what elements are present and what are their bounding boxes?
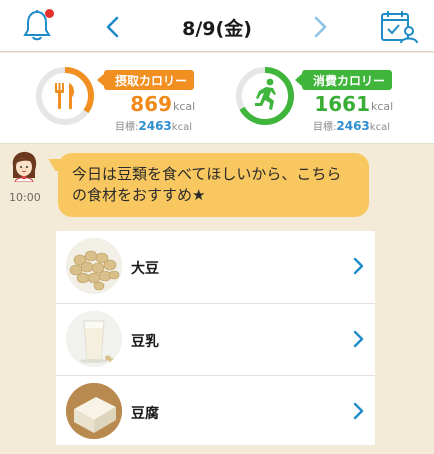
running-person-icon [255, 78, 276, 110]
intake-target-label: 目標: [115, 122, 139, 133]
chevron-right-icon [353, 330, 364, 348]
intake-target-value: 2463 [138, 119, 172, 133]
advisor-message-bubble: 今日は豆類を食べてほしいから、こちらの食材をおすすめ★ [58, 153, 369, 217]
intake-target: 目標:2463kcal [115, 118, 192, 133]
chevron-right-icon [353, 257, 364, 275]
chevron-right-icon [353, 402, 364, 420]
recommended-food-list: 大豆 豆乳 豆腐 [56, 231, 375, 445]
burned-target-unit: kcal [369, 122, 390, 133]
chevron-right-icon[interactable] [310, 15, 330, 39]
intake-unit: kcal [173, 100, 196, 113]
burned-target: 目標:2463kcal [313, 118, 390, 133]
soy-milk-image [66, 311, 122, 367]
calendar-profile-icon[interactable] [380, 10, 418, 44]
burned-unit: kcal [371, 100, 394, 113]
food-name: 豆乳 [131, 334, 159, 350]
calorie-summary: 摂取カロリー 869 kcal 目標:2463kcal 消費カロリー 1661 … [0, 53, 434, 144]
food-item-tofu[interactable]: 豆腐 [56, 375, 375, 447]
food-item-soybeans[interactable]: 大豆 [56, 231, 375, 303]
burned-label: 消費カロリー [294, 70, 393, 90]
top-bar: 8/9(金) [0, 0, 434, 52]
burned-value: 1661 [314, 92, 370, 116]
intake-value: 869 [130, 92, 172, 116]
food-name: 豆腐 [131, 406, 159, 422]
notification-dot [45, 9, 54, 18]
fork-knife-icon [55, 83, 74, 109]
food-item-soy-milk[interactable]: 豆乳 [56, 303, 375, 375]
chevron-left-icon[interactable] [103, 15, 123, 39]
food-name: 大豆 [131, 261, 159, 277]
intake-progress-ring[interactable] [35, 66, 95, 126]
burned-target-value: 2463 [336, 119, 370, 133]
intake-label: 摂取カロリー [96, 70, 195, 90]
soybeans-image [66, 238, 122, 294]
tofu-image [66, 383, 122, 439]
current-date: 8/9(金) [182, 18, 252, 40]
burned-progress-ring[interactable] [235, 66, 295, 126]
advisor-avatar [12, 151, 37, 182]
burned-target-label: 目標: [313, 122, 337, 133]
message-time: 10:00 [9, 191, 41, 204]
intake-target-unit: kcal [171, 122, 192, 133]
